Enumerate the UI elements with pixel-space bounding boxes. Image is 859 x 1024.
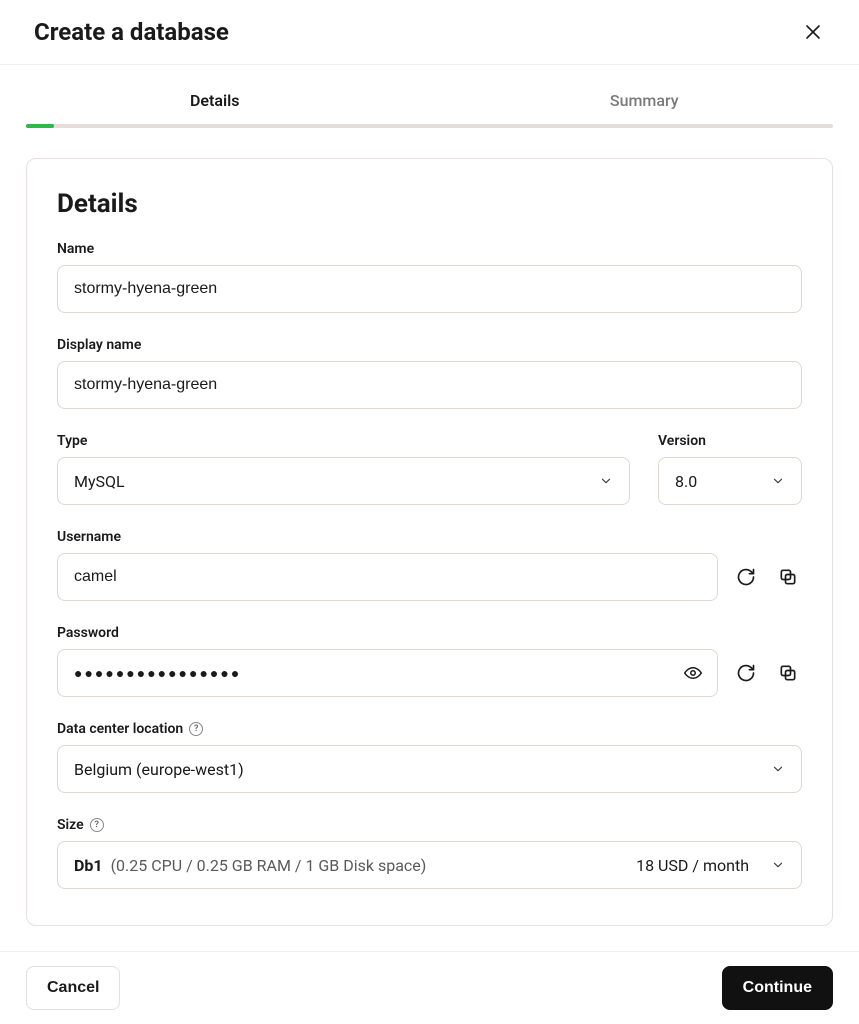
tab-details[interactable]: Details bbox=[0, 91, 430, 124]
close-icon bbox=[805, 24, 821, 40]
details-card: Details Name Display name Type MySQL Ver… bbox=[26, 158, 833, 926]
password-label: Password bbox=[57, 625, 802, 641]
continue-button[interactable]: Continue bbox=[722, 966, 833, 1010]
chevron-down-icon bbox=[771, 762, 785, 776]
regenerate-username-button[interactable] bbox=[732, 563, 760, 591]
help-icon[interactable]: ? bbox=[90, 818, 104, 832]
regenerate-password-button[interactable] bbox=[732, 659, 760, 687]
name-label: Name bbox=[57, 241, 802, 257]
cancel-button[interactable]: Cancel bbox=[26, 966, 120, 1010]
size-select[interactable]: Db1 (0.25 CPU / 0.25 GB RAM / 1 GB Disk … bbox=[57, 841, 802, 889]
location-select[interactable]: Belgium (europe-west1) bbox=[57, 745, 802, 793]
field-location: Data center location ? Belgium (europe-w… bbox=[57, 721, 802, 793]
field-version: Version 8.0 bbox=[658, 433, 802, 505]
chevron-down-icon bbox=[771, 474, 785, 488]
type-value: MySQL bbox=[74, 472, 125, 491]
size-price: 18 USD / month bbox=[636, 856, 749, 875]
password-masked: ●●●●●●●●●●●●●●●● bbox=[74, 665, 241, 682]
copy-icon bbox=[778, 663, 798, 683]
copy-icon bbox=[778, 567, 798, 587]
refresh-icon bbox=[736, 567, 756, 587]
dialog-footer: Cancel Continue bbox=[0, 951, 859, 1024]
close-button[interactable] bbox=[801, 20, 825, 44]
display-name-input[interactable] bbox=[57, 361, 802, 409]
progress-track bbox=[26, 124, 833, 128]
eye-icon bbox=[684, 664, 702, 682]
display-name-label: Display name bbox=[57, 337, 802, 353]
dialog-header: Create a database bbox=[0, 0, 859, 65]
type-select[interactable]: MySQL bbox=[57, 457, 630, 505]
version-label: Version bbox=[658, 433, 802, 449]
wizard-tabs: Details Summary bbox=[0, 65, 859, 124]
version-value: 8.0 bbox=[675, 472, 697, 491]
toggle-password-visibility-button[interactable] bbox=[680, 660, 706, 686]
refresh-icon bbox=[736, 663, 756, 683]
username-input[interactable] bbox=[57, 553, 718, 601]
help-icon[interactable]: ? bbox=[189, 722, 203, 736]
tab-summary[interactable]: Summary bbox=[430, 91, 859, 124]
password-input[interactable]: ●●●●●●●●●●●●●●●● bbox=[57, 649, 718, 697]
field-display-name: Display name bbox=[57, 337, 802, 409]
copy-username-button[interactable] bbox=[774, 563, 802, 591]
field-name: Name bbox=[57, 241, 802, 313]
username-label: Username bbox=[57, 529, 802, 545]
size-label: Size ? bbox=[57, 817, 802, 833]
progress-fill bbox=[26, 124, 54, 128]
field-type: Type MySQL bbox=[57, 433, 630, 505]
field-size: Size ? Db1 (0.25 CPU / 0.25 GB RAM / 1 G… bbox=[57, 817, 802, 889]
field-username: Username bbox=[57, 529, 802, 601]
copy-password-button[interactable] bbox=[774, 659, 802, 687]
field-password: Password ●●●●●●●●●●●●●●●● bbox=[57, 625, 802, 697]
name-input[interactable] bbox=[57, 265, 802, 313]
type-label: Type bbox=[57, 433, 630, 449]
size-name: Db1 bbox=[74, 856, 103, 875]
section-title: Details bbox=[57, 189, 802, 219]
chevron-down-icon bbox=[771, 858, 785, 872]
size-specs: (0.25 CPU / 0.25 GB RAM / 1 GB Disk spac… bbox=[111, 856, 427, 875]
location-label: Data center location ? bbox=[57, 721, 802, 737]
dialog-title: Create a database bbox=[34, 18, 229, 46]
version-select[interactable]: 8.0 bbox=[658, 457, 802, 505]
chevron-down-icon bbox=[599, 474, 613, 488]
location-value: Belgium (europe-west1) bbox=[74, 760, 244, 779]
